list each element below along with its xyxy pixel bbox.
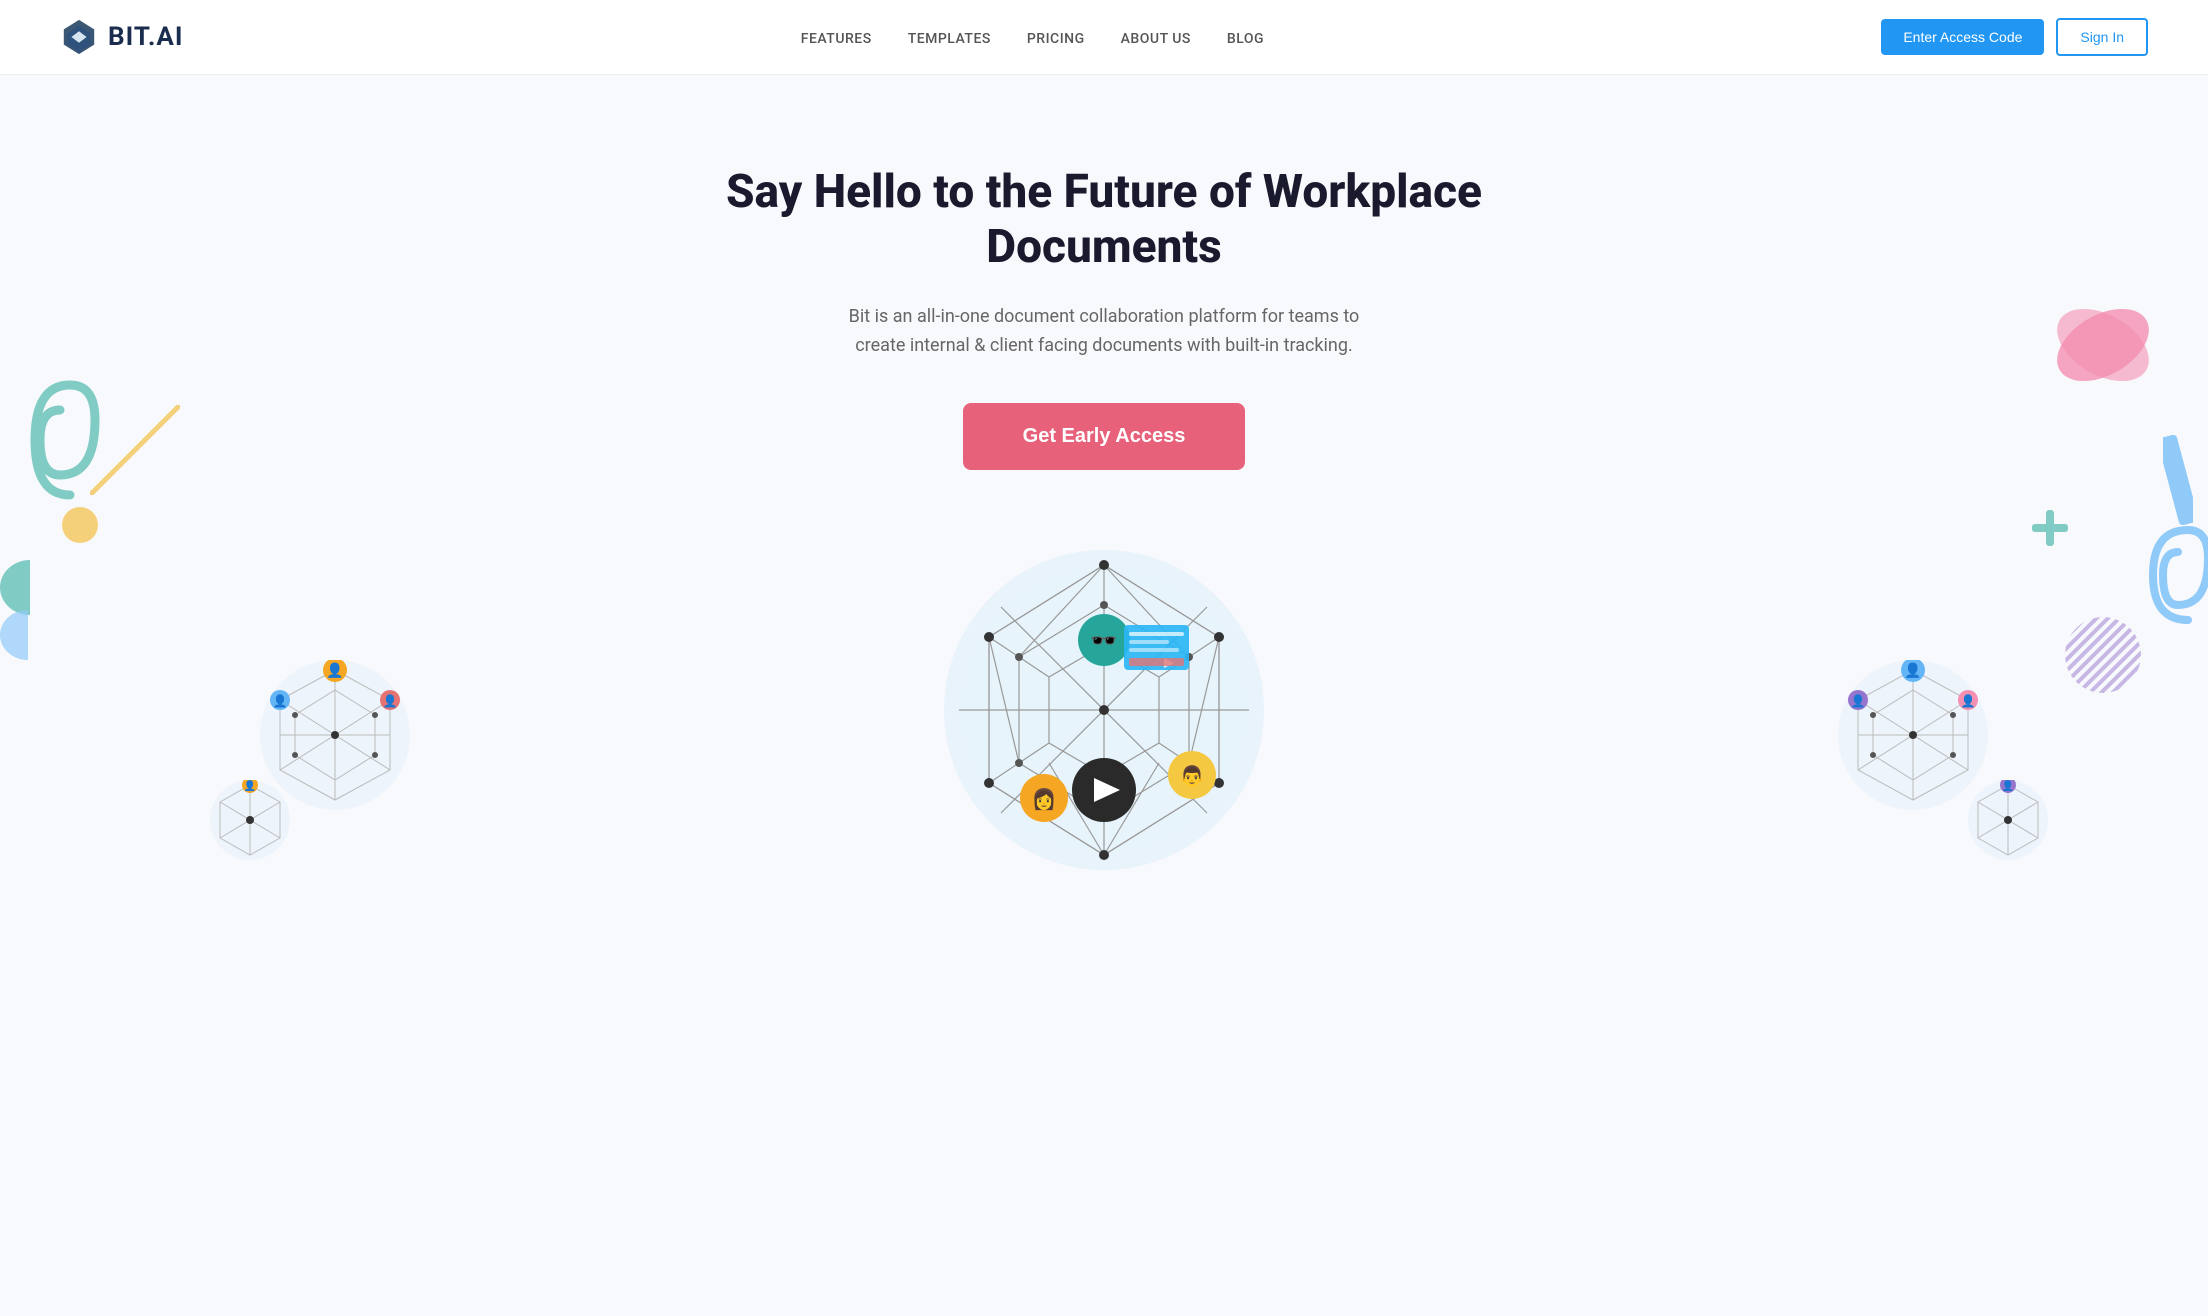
get-early-access-button[interactable]: Get Early Access	[963, 403, 1246, 470]
svg-text:👤: 👤	[1961, 694, 1976, 708]
navbar: BIT.AI FEATURES TEMPLATES PRICING ABOUT …	[0, 0, 2208, 75]
svg-text:👨: 👨	[1180, 764, 1205, 788]
nav-links: FEATURES TEMPLATES PRICING ABOUT US BLOG	[801, 28, 1264, 47]
nav-item-pricing[interactable]: PRICING	[1027, 28, 1085, 47]
svg-text:👤: 👤	[1851, 694, 1866, 708]
nav-item-templates[interactable]: TEMPLATES	[908, 28, 991, 47]
hero-subtitle: Bit is an all-in-one document collaborat…	[824, 303, 1384, 361]
hero-title: Say Hello to the Future of Workplace Doc…	[654, 165, 1554, 275]
yellow-line-decoration	[90, 405, 180, 499]
pink-shape-decoration	[2048, 295, 2158, 399]
illustration-area: 👤 👤 👤	[20, 530, 2188, 870]
svg-text:👤: 👤	[326, 662, 343, 679]
svg-text:👩: 👩	[1032, 787, 1057, 811]
blue-rect-decoration	[2163, 435, 2193, 529]
nav-item-features[interactable]: FEATURES	[801, 28, 872, 47]
logo-icon	[60, 18, 98, 56]
bottom-left-network-node: 👤	[210, 780, 290, 860]
nav-buttons: Enter Access Code Sign In	[1881, 18, 2148, 56]
svg-text:👤: 👤	[244, 780, 256, 792]
teal-paperclip-decoration	[15, 365, 105, 519]
svg-text:🕶️: 🕶️	[1090, 629, 1117, 654]
svg-text:👤: 👤	[383, 694, 398, 708]
right-network-node: 👤 👤 👤	[1838, 660, 1988, 810]
enter-access-code-button[interactable]: Enter Access Code	[1881, 19, 2044, 55]
nav-item-blog[interactable]: BLOG	[1227, 28, 1264, 47]
sign-in-button[interactable]: Sign In	[2056, 18, 2148, 56]
svg-text:👤: 👤	[273, 694, 288, 708]
svg-text:👤: 👤	[1904, 662, 1921, 679]
nav-item-about[interactable]: ABOUT US	[1121, 28, 1191, 47]
svg-text:👤: 👤	[2002, 780, 2014, 792]
hero-section: Say Hello to the Future of Workplace Doc…	[0, 75, 2208, 870]
logo: BIT.AI	[60, 18, 183, 56]
center-network-node: 🕶️ 👩 👨	[944, 550, 1264, 870]
bottom-right-network-node: 👤	[1968, 780, 2048, 860]
logo-text: BIT.AI	[108, 22, 183, 52]
